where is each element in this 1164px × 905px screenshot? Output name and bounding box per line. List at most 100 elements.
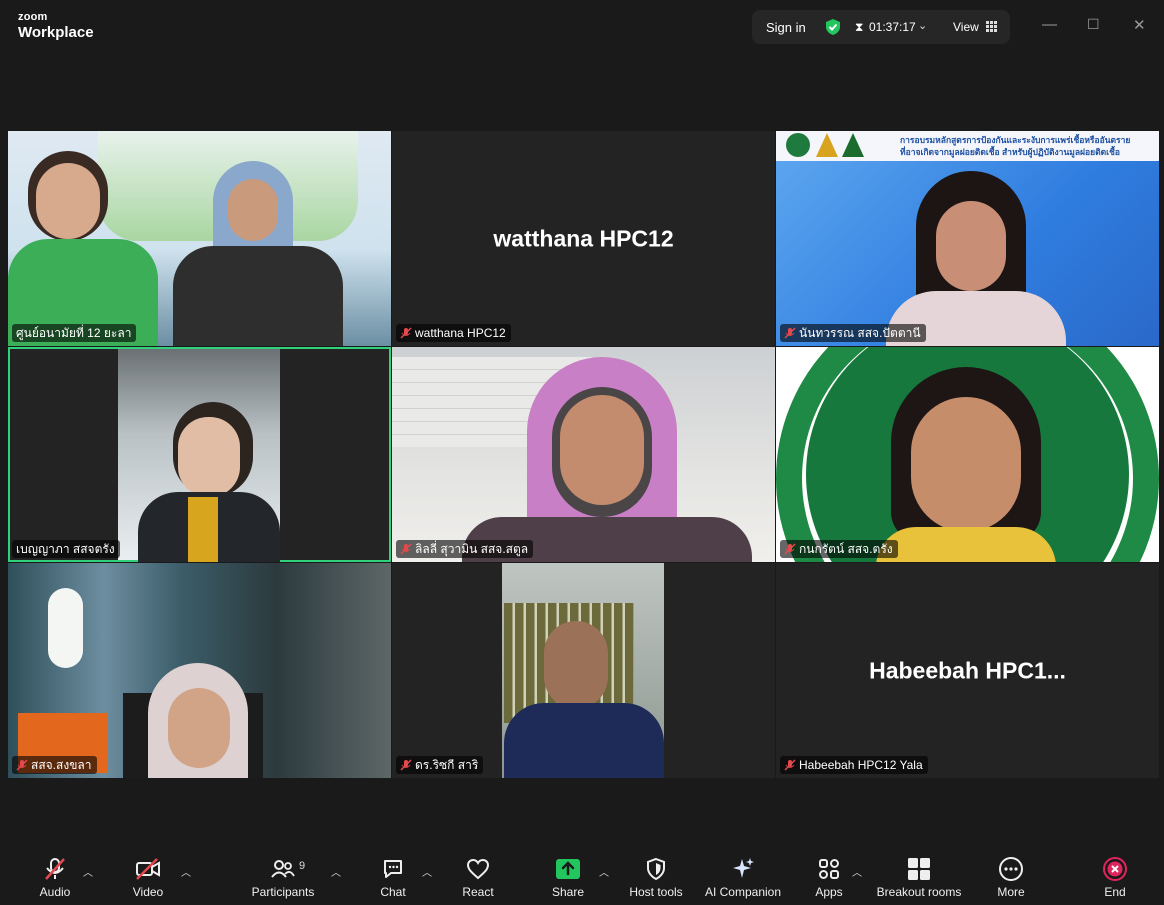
participant-name: watthana HPC12: [415, 326, 506, 340]
mic-muted-icon: [784, 543, 796, 555]
training-banner-text: การอบรมหลักสูตรการป้องกันและระงับการแพร่…: [900, 134, 1155, 158]
participant-name-tag: watthana HPC12: [396, 324, 511, 342]
breakout-rooms-label: Breakout rooms: [876, 885, 962, 899]
host-tools-button[interactable]: Host tools: [627, 857, 685, 899]
participant-name: ศูนย์อนามัยที่ 12 ยะลา: [16, 325, 132, 340]
banner-line-2: ที่อาจเกิดจากมูลฝอยติดเชื้อ สำหรับผู้ปฏิ…: [900, 147, 1120, 157]
participant-name-tag: นันทวรรณ สสจ.ปัตตานี: [780, 324, 926, 342]
participants-options-caret-icon[interactable]: ︿: [331, 864, 341, 879]
participant-name: เบญญาภา สสจตรัง: [16, 541, 115, 556]
participant-display-name: Habeebah HPC1...: [869, 657, 1066, 683]
end-label: End: [1104, 885, 1126, 899]
ai-companion-label: AI Companion: [704, 885, 782, 899]
host-tools-label: Host tools: [629, 885, 683, 899]
participant-name-tag: กนกรัตน์ สสจ.ตรัง: [780, 540, 898, 558]
maximize-icon[interactable]: ☐: [1087, 16, 1100, 33]
minimize-icon[interactable]: —: [1042, 16, 1057, 33]
mic-muted-icon: [784, 327, 796, 339]
video-tile-3[interactable]: การอบรมหลักสูตรการป้องกันและระงับการแพร่…: [776, 131, 1159, 346]
participant-name-tag: สสจ.สงขลา: [12, 756, 97, 774]
shield-check-icon[interactable]: [824, 18, 842, 36]
brand-workplace: Workplace: [18, 24, 94, 41]
person-vest: [173, 246, 343, 346]
more-icon: [999, 857, 1023, 881]
participant-name: นันทวรรณ สสจ.ปัตตานี: [799, 325, 921, 340]
apps-button[interactable]: Apps: [812, 857, 846, 899]
person-face: [178, 417, 240, 497]
participant-name: สสจ.สงขลา: [31, 757, 92, 772]
camera-off-icon: [136, 858, 160, 880]
participants-count-badge: 9: [299, 860, 306, 872]
participant-name: กนกรัตน์ สสจ.ตรัง: [799, 541, 893, 556]
mic-muted-icon: [45, 858, 65, 880]
person-shirt: [504, 703, 664, 778]
view-button[interactable]: View: [953, 20, 979, 34]
video-tile-2[interactable]: watthana HPC12 watthana HPC12: [392, 131, 775, 346]
chat-label: Chat: [380, 885, 406, 899]
video-options-caret-icon[interactable]: ︿: [181, 864, 191, 879]
close-icon[interactable]: ✕: [1133, 16, 1146, 34]
react-button[interactable]: React: [458, 857, 498, 899]
share-screen-icon: [556, 859, 580, 879]
video-tile-9[interactable]: Habeebah HPC1... Habeebah HPC12 Yala: [776, 563, 1159, 778]
chat-icon: [384, 860, 402, 878]
more-button[interactable]: More: [994, 857, 1028, 899]
participants-icon: [271, 860, 295, 878]
participant-name-tag: ลิลลี่ สุวามิน สสจ.สตูล: [396, 540, 534, 558]
share-options-caret-icon[interactable]: ︿: [599, 864, 609, 879]
video-tile-1[interactable]: ศูนย์อนามัยที่ 12 ยะลา: [8, 131, 391, 346]
share-label: Share: [551, 885, 585, 899]
grid-view-icon[interactable]: [986, 21, 997, 32]
end-call-icon: [1103, 857, 1127, 881]
person-face: [36, 163, 100, 239]
person-face: [228, 179, 278, 241]
participant-name-tag: Habeebah HPC12 Yala: [780, 756, 928, 774]
mic-muted-icon: [400, 759, 412, 771]
banner-line-1: การอบรมหลักสูตรการป้องกันและระงับการแพร่…: [900, 135, 1131, 145]
person-face: [560, 395, 644, 505]
person-shirt: [876, 527, 1056, 562]
hourglass-icon: ⧗: [855, 20, 864, 34]
meeting-timer[interactable]: 01:37:17: [869, 20, 916, 34]
heart-icon: [466, 858, 490, 880]
person-face: [911, 397, 1021, 532]
video-button[interactable]: Video: [126, 857, 170, 899]
video-tile-7[interactable]: สสจ.สงขลา: [8, 563, 391, 778]
participants-label: Participants: [251, 885, 315, 899]
share-button[interactable]: Share: [548, 857, 588, 899]
mic-muted-icon: [784, 759, 796, 771]
mic-muted-icon: [16, 759, 28, 771]
mic-muted-icon: [400, 543, 412, 555]
sign-in-button[interactable]: Sign in: [766, 20, 806, 35]
participant-name-tag: ศูนย์อนามัยที่ 12 ยะลา: [12, 324, 137, 342]
participant-name: ลิลลี่ สุวามิน สสจ.สตูล: [415, 541, 529, 556]
react-label: React: [462, 885, 494, 899]
person-face: [544, 621, 608, 709]
participant-display-name: watthana HPC12: [493, 225, 674, 251]
video-tile-8[interactable]: ดร.ริซกี สาริ: [392, 563, 775, 778]
chat-button[interactable]: Chat: [376, 857, 410, 899]
breakout-rooms-button[interactable]: Breakout rooms: [874, 857, 964, 899]
app-logo: zoom Workplace: [18, 11, 94, 41]
end-meeting-button[interactable]: End: [1098, 857, 1132, 899]
audio-label: Audio: [39, 885, 71, 899]
title-bar: zoom Workplace Sign in ⧗ 01:37:17 ⌄ View…: [0, 0, 1164, 52]
mic-muted-icon: [400, 327, 412, 339]
video-tile-4-active-speaker[interactable]: เบญญาภา สสจตรัง: [8, 347, 391, 562]
video-tile-5[interactable]: ลิลลี่ สุวามิน สสจ.สตูล: [392, 347, 775, 562]
participants-button[interactable]: Participants: [250, 857, 316, 899]
video-label: Video: [132, 885, 164, 899]
breakout-rooms-icon: [908, 858, 930, 880]
chevron-down-icon[interactable]: ⌄: [918, 19, 927, 32]
audio-button[interactable]: Audio: [34, 857, 76, 899]
audio-options-caret-icon[interactable]: ︿: [83, 864, 93, 879]
chat-options-caret-icon[interactable]: ︿: [422, 864, 432, 879]
sparkle-icon: [733, 858, 754, 878]
ai-companion-button[interactable]: AI Companion: [702, 857, 784, 899]
person-face: [168, 688, 230, 768]
more-label: More: [997, 885, 1025, 899]
brand-zoom: zoom: [18, 11, 48, 23]
shield-icon: [647, 857, 665, 881]
apps-options-caret-icon[interactable]: ︿: [852, 864, 862, 879]
video-tile-6[interactable]: กนกรัตน์ สสจ.ตรัง: [776, 347, 1159, 562]
